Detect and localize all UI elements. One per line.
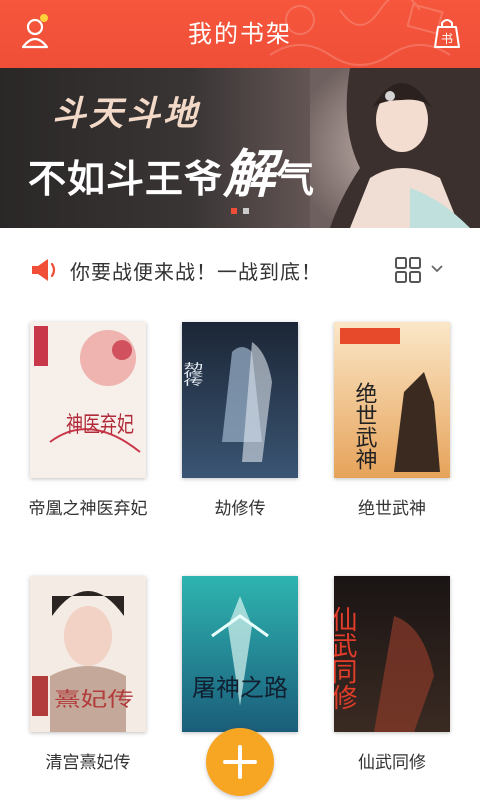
add-book-button[interactable] <box>206 728 274 796</box>
carousel-dot[interactable] <box>243 208 249 214</box>
book-item[interactable]: 神医弃妃 帝凰之神医弃妃 <box>28 322 148 520</box>
book-cover[interactable]: 神医弃妃 <box>30 322 146 478</box>
book-item[interactable]: 绝世武神 绝世武神 <box>332 322 452 520</box>
book-item[interactable]: 劫修传 劫修传 <box>180 322 300 520</box>
cover-art: 屠神之路 <box>182 576 298 732</box>
banner-headline-2-suffix: 气 <box>276 156 316 201</box>
book-item[interactable]: 熹妃传 清宫熹妃传 <box>28 576 148 774</box>
promo-banner[interactable]: 斗天斗地 不如斗王爷解气 <box>0 68 480 228</box>
cover-art: 仙武同修 <box>334 576 450 732</box>
plus-icon <box>223 745 257 779</box>
cover-art: 绝世武神 <box>334 322 450 478</box>
book-title: 绝世武神 <box>358 499 426 519</box>
banner-headline-1: 斗天斗地 <box>52 94 200 134</box>
cover-art: 劫修传 <box>182 322 298 478</box>
cover-art: 熹妃传 <box>30 576 146 732</box>
book-item[interactable]: 仙武同修 仙武同修 <box>332 576 452 774</box>
book-title: 仙武同修 <box>358 753 426 773</box>
chevron-down-icon[interactable] <box>430 262 444 276</box>
cover-title: 神医弃妃 <box>66 413 134 438</box>
book-cover[interactable]: 屠神之路 <box>182 576 298 732</box>
book-title: 帝凰之神医弃妃 <box>28 499 148 519</box>
announcement-bar[interactable]: 你要战便来战！一战到底！ <box>0 228 480 312</box>
carousel-indicator <box>0 199 480 218</box>
shelf-glyph: 书 <box>441 32 453 46</box>
book-title: 劫修传 <box>214 499 266 519</box>
carousel-dot-active[interactable] <box>231 208 237 214</box>
bookshelf-bag-icon[interactable]: 书 <box>432 17 462 49</box>
book-title: 清宫熹妃传 <box>45 753 131 773</box>
page-title: 我的书架 <box>188 20 292 48</box>
grid-view-icon[interactable] <box>394 256 422 284</box>
banner-headline-2-prefix: 不如斗王爷 <box>28 156 224 201</box>
banner-headline-2: 不如斗王爷解气 <box>28 132 315 207</box>
banner-headline-2-emphasis: 解 <box>223 144 277 205</box>
book-cover[interactable]: 熹妃传 <box>30 576 146 732</box>
cover-title: 仙武同修 <box>334 606 357 710</box>
cover-title: 熹妃传 <box>54 687 134 711</box>
cover-title: 劫修传 <box>182 362 204 386</box>
speaker-icon <box>32 259 56 281</box>
cover-art: 神医弃妃 <box>30 322 146 478</box>
book-cover[interactable]: 仙武同修 <box>334 576 450 732</box>
book-cover[interactable]: 绝世武神 <box>334 322 450 478</box>
announcement-text: 你要战便来战！一战到底！ <box>70 260 322 284</box>
book-cover[interactable]: 劫修传 <box>182 322 298 478</box>
cover-title: 屠神之路 <box>192 674 288 702</box>
top-bar: 我的书架 书 <box>0 0 480 68</box>
cover-title: 绝世武神 <box>352 382 378 470</box>
